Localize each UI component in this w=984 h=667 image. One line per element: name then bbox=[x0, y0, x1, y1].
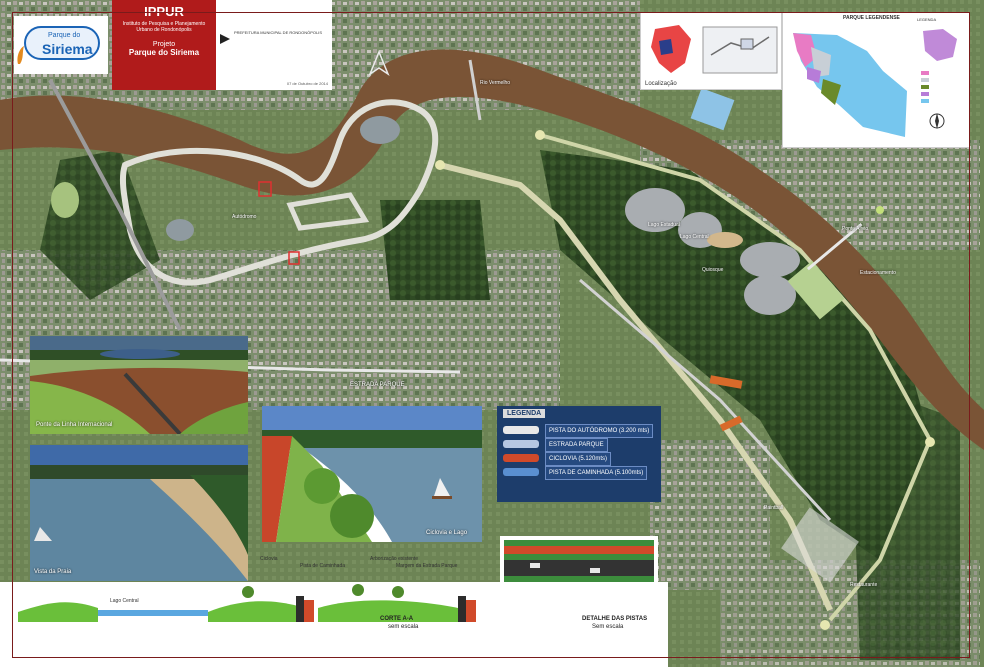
park-logo: Parque do Siriema bbox=[14, 16, 108, 74]
project-name: Parque do Siriema bbox=[128, 48, 200, 57]
park-map-legend bbox=[921, 29, 957, 129]
label-ponte: Ponte Alivio bbox=[842, 226, 869, 232]
date-text: 07 de Outubro de 2014 bbox=[286, 81, 328, 86]
label-lago-estadual: Lago Estadual bbox=[648, 222, 680, 228]
logo-small-text: Parque do bbox=[48, 32, 81, 39]
legend-swatch bbox=[503, 426, 539, 434]
legend-swatch bbox=[503, 454, 539, 462]
legend-title: LEGENDA bbox=[503, 409, 546, 418]
label-paintball: Paintball bbox=[764, 505, 784, 511]
photo-ponte-label: Ponte da Linha Internacional bbox=[36, 422, 113, 428]
photo-ponte[interactable]: Ponte da Linha Internacional bbox=[30, 336, 248, 436]
section-label-ciclovia: Ciclovia bbox=[260, 556, 278, 562]
park-map-legend-title: LEGENDA bbox=[917, 17, 937, 22]
photo-ciclovia[interactable]: Ciclovia e Lago bbox=[262, 406, 482, 542]
legend-item-caminhada: PISTA DE CAMINHADA (5.100mts) bbox=[503, 466, 653, 480]
label-autodromo: Autódromo bbox=[232, 214, 257, 220]
section-label-margem: Margem da Estrada Parque bbox=[396, 563, 458, 569]
bird-icon bbox=[17, 46, 24, 64]
legend-item-label: PISTA DE CAMINHADA (5.100mts) bbox=[545, 466, 648, 480]
section-label-lago: Lago Central bbox=[110, 598, 139, 604]
park-overview-map: PARQUE LEGENDENSE LEGENDA bbox=[782, 12, 970, 148]
institute-banner: IPPUR Instituto de Pesquisa e Planejamen… bbox=[112, 0, 216, 90]
credits-block: PREFEITURA MUNICIPAL DE RONDONÓPOLIS 07 … bbox=[216, 0, 332, 90]
arrow-icon bbox=[220, 34, 230, 44]
label-estrada: ESTRADA PARQUE bbox=[350, 382, 405, 388]
photo-praia[interactable]: Vista da Praia bbox=[30, 445, 248, 581]
legend-item-label: PISTA DO AUTÓDROMO (3.200 mts) bbox=[545, 424, 654, 438]
tracks-detail bbox=[500, 536, 658, 610]
legend-swatch bbox=[503, 440, 539, 448]
institute-short: IPPUR bbox=[144, 4, 184, 19]
credits-text: PREFEITURA MUNICIPAL DE RONDONÓPOLIS bbox=[234, 30, 323, 35]
map-board: Autódromo Rio Vermelho Lago Central Lago… bbox=[0, 0, 984, 667]
photo-praia-label: Vista da Praia bbox=[34, 569, 72, 575]
project-label: Projeto bbox=[152, 41, 176, 48]
lago-central[interactable] bbox=[740, 242, 800, 278]
legend-item-label: CICLOVIA (5.120mts) bbox=[545, 452, 612, 466]
location-inset: Localização bbox=[640, 12, 782, 90]
park-map-title: PARQUE LEGENDENSE bbox=[843, 15, 900, 21]
tracks-subtitle: Sem escala bbox=[592, 624, 624, 630]
location-label: Localização bbox=[645, 81, 677, 87]
section-label-arborizacao: Arborização existente bbox=[370, 556, 419, 562]
label-quiosque: Quiosque bbox=[702, 267, 724, 273]
label-lago-central: Lago Central bbox=[680, 234, 709, 240]
park-zoning-map bbox=[793, 33, 907, 137]
institute-full: Instituto de Pesquisa e Planejamento Urb… bbox=[122, 21, 206, 33]
legend-panel: LEGENDA PISTA DO AUTÓDROMO (3.200 mts) E… bbox=[497, 406, 661, 502]
label-restaurante: Restaurante bbox=[850, 582, 878, 588]
city-map bbox=[702, 26, 778, 74]
legend-item-autodromo: PISTA DO AUTÓDROMO (3.200 mts) bbox=[503, 424, 654, 438]
north-arrow-icon bbox=[368, 50, 390, 76]
section-subtitle: sem escala bbox=[388, 624, 419, 630]
tracks-title: DETALHE DAS PISTAS bbox=[582, 616, 648, 622]
legend-swatch bbox=[503, 468, 539, 476]
legend-item-estrada: ESTRADA PARQUE bbox=[503, 438, 653, 452]
photo-ciclovia-label: Ciclovia e Lago bbox=[426, 530, 468, 536]
section-title: CORTE A-A bbox=[380, 616, 414, 622]
logo-big-text: Siriema bbox=[42, 41, 93, 57]
legend-item-label: ESTRADA PARQUE bbox=[545, 438, 608, 452]
section-label-caminhada: Pista de Caminhada bbox=[300, 563, 346, 569]
label-rio: Rio Vermelho bbox=[480, 80, 511, 86]
label-estacionamento: Estacionamento bbox=[860, 270, 896, 276]
legend-item-ciclovia: CICLOVIA (5.120mts) bbox=[503, 452, 653, 466]
brazil-map bbox=[651, 25, 691, 73]
